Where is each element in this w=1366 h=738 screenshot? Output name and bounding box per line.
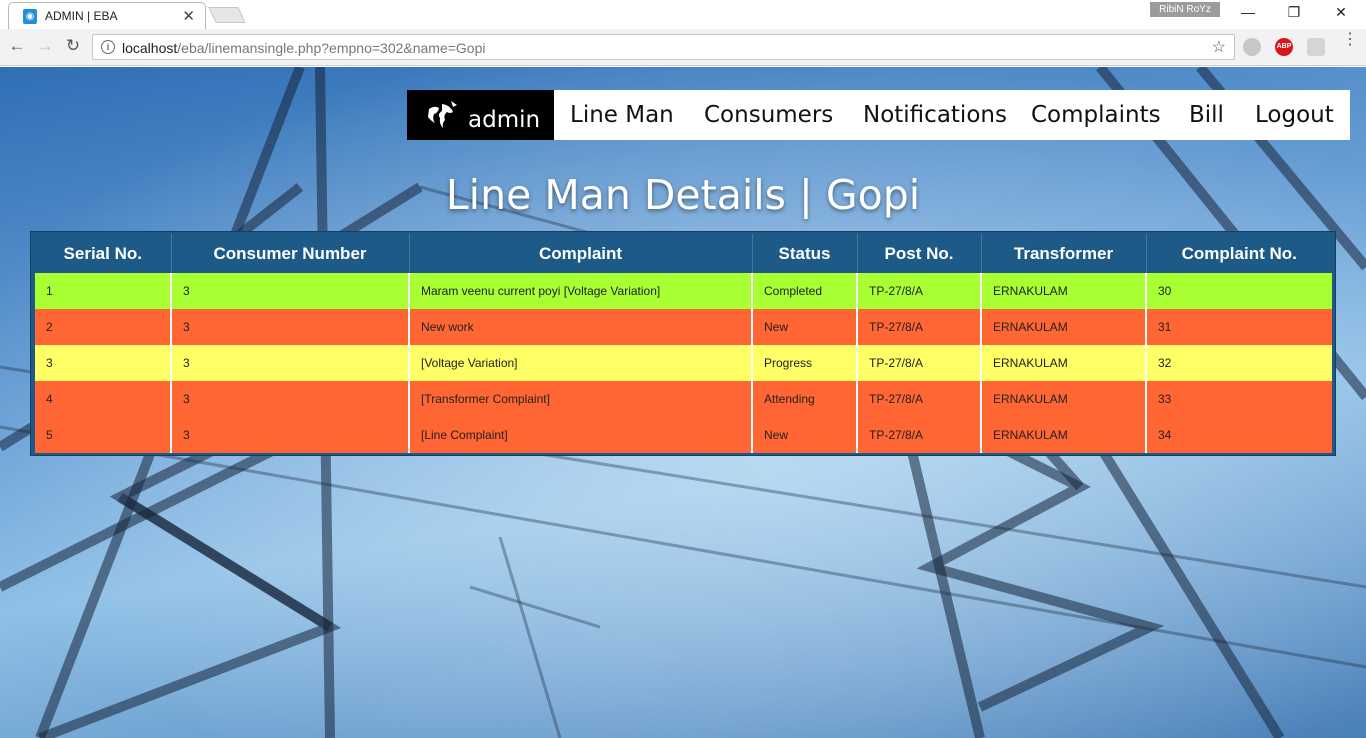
column-header: Status <box>751 234 857 273</box>
nav-line-man[interactable]: Line Man <box>570 102 674 128</box>
table-cell: New <box>751 417 857 453</box>
browser-tabstrip: ◉ ADMIN | EBA ✕ RibiN RoYz — ❐ ✕ <box>0 0 1366 29</box>
table-cell: ERNAKULAM <box>980 345 1146 381</box>
tab-close-icon[interactable]: ✕ <box>182 7 195 25</box>
column-header: Complaint No. <box>1145 234 1332 273</box>
table-cell: [Line Complaint] <box>408 417 752 453</box>
top-navbar: admin Line Man Consumers Notifications C… <box>407 90 1350 140</box>
globe-extension-icon[interactable] <box>1243 38 1261 56</box>
browser-toolbar: ← → ↻ i localhost/eba/linemansingle.php?… <box>0 29 1366 66</box>
column-header: Serial No. <box>35 234 171 273</box>
brand[interactable]: admin <box>407 90 554 140</box>
table-cell: 32 <box>1145 345 1332 381</box>
table-row: 1 3 Maram veenu current poyi [Voltage Vari… <box>35 273 1332 309</box>
table-cell: [Transformer Complaint] <box>408 381 752 417</box>
tab-title: ADMIN | EBA <box>45 9 118 23</box>
forward-icon[interactable]: → <box>34 36 56 56</box>
info-icon[interactable]: i <box>101 40 115 54</box>
window-close-icon[interactable]: ✕ <box>1331 4 1351 21</box>
nav-complaints[interactable]: Complaints <box>1031 102 1161 128</box>
table-cell: TP-27/8/A <box>856 309 981 345</box>
nav-logout[interactable]: Logout <box>1255 102 1334 128</box>
bookmark-star-icon[interactable]: ☆ <box>1212 37 1226 57</box>
bulb-favicon-icon: ◉ <box>23 9 37 24</box>
table-cell: [Voltage Variation] <box>408 345 752 381</box>
table-cell: 3 <box>170 417 409 453</box>
adblock-extension-icon[interactable]: ABP <box>1275 38 1293 56</box>
table-cell: TP-27/8/A <box>856 345 981 381</box>
table-cell: 4 <box>46 392 53 406</box>
table-cell: 3 <box>170 273 409 309</box>
table-cell: Maram veenu current poyi [Voltage Variat… <box>408 273 752 309</box>
complaints-table-container: Serial No. Consumer Number Complaint Sta… <box>30 231 1336 456</box>
shield-extension-icon[interactable] <box>1307 38 1325 56</box>
column-header: Post No. <box>856 234 981 273</box>
table-header-row: Serial No. Consumer Number Complaint Sta… <box>35 234 1332 273</box>
brand-label: admin <box>468 107 541 133</box>
nav-consumers[interactable]: Consumers <box>704 102 833 128</box>
globe-icon <box>425 101 457 130</box>
table-cell: 33 <box>1145 381 1332 417</box>
minimize-icon[interactable]: — <box>1238 4 1258 20</box>
table-cell: 30 <box>1145 273 1332 309</box>
page-title: Line Man Details | Gopi <box>445 171 921 219</box>
table-cell: New work <box>408 309 752 345</box>
column-header: Consumer Number <box>170 234 409 273</box>
table-cell: TP-27/8/A <box>856 381 981 417</box>
table-cell: ERNAKULAM <box>980 381 1146 417</box>
restore-icon[interactable]: ❐ <box>1284 4 1304 21</box>
page-content: admin Line Man Consumers Notifications C… <box>0 67 1366 738</box>
table-row: 3 3 [Voltage Variation] Progress TP-27/8/A ER… <box>35 345 1332 381</box>
table-cell: ERNAKULAM <box>980 273 1146 309</box>
table-row: 2 3 New work New TP-27/8/A ERNAKULAM 31 <box>35 309 1332 345</box>
table-cell: 2 <box>46 320 53 334</box>
table-cell: 3 <box>170 381 409 417</box>
table-row: 5 3 [Line Complaint] New TP-27/8/A ERNAKULAM 3… <box>35 417 1332 453</box>
table-cell: ERNAKULAM <box>980 417 1146 453</box>
table-cell: 31 <box>1145 309 1332 345</box>
table-cell: 3 <box>170 309 409 345</box>
nav-notifications[interactable]: Notifications <box>863 102 1007 128</box>
table-body: 1 3 Maram veenu current poyi [Voltage Vari… <box>35 273 1332 453</box>
reload-icon[interactable]: ↻ <box>62 36 84 56</box>
table-cell: 3 <box>170 345 409 381</box>
table-cell: 3 <box>46 356 53 370</box>
table-cell: 34 <box>1145 417 1332 453</box>
table-cell: 1 <box>46 284 53 298</box>
table-cell: 5 <box>46 428 53 442</box>
table-cell: Completed <box>751 273 857 309</box>
table-cell: TP-27/8/A <box>856 417 981 453</box>
table-cell: Attending <box>751 381 857 417</box>
table-row: 4 3 [Transformer Complaint] Attending TP-27/… <box>35 381 1332 417</box>
browser-tab[interactable]: ◉ ADMIN | EBA ✕ <box>8 2 206 29</box>
new-tab-button[interactable] <box>208 7 246 23</box>
back-icon[interactable]: ← <box>6 36 28 56</box>
address-bar[interactable]: i localhost/eba/linemansingle.php?empno=… <box>92 34 1235 60</box>
url-text: localhost/eba/linemansingle.php?empno=30… <box>122 40 486 56</box>
column-header: Transformer <box>980 234 1146 273</box>
browser-menu-icon[interactable]: ⋮ <box>1342 32 1358 48</box>
column-header: Complaint <box>408 234 752 273</box>
table-cell: Progress <box>751 345 857 381</box>
table-cell: ERNAKULAM <box>980 309 1146 345</box>
table-cell: New <box>751 309 857 345</box>
complaints-table: Serial No. Consumer Number Complaint Sta… <box>35 234 1332 453</box>
profile-badge[interactable]: RibiN RoYz <box>1150 2 1220 17</box>
nav-bill[interactable]: Bill <box>1189 102 1224 128</box>
table-cell: TP-27/8/A <box>856 273 981 309</box>
